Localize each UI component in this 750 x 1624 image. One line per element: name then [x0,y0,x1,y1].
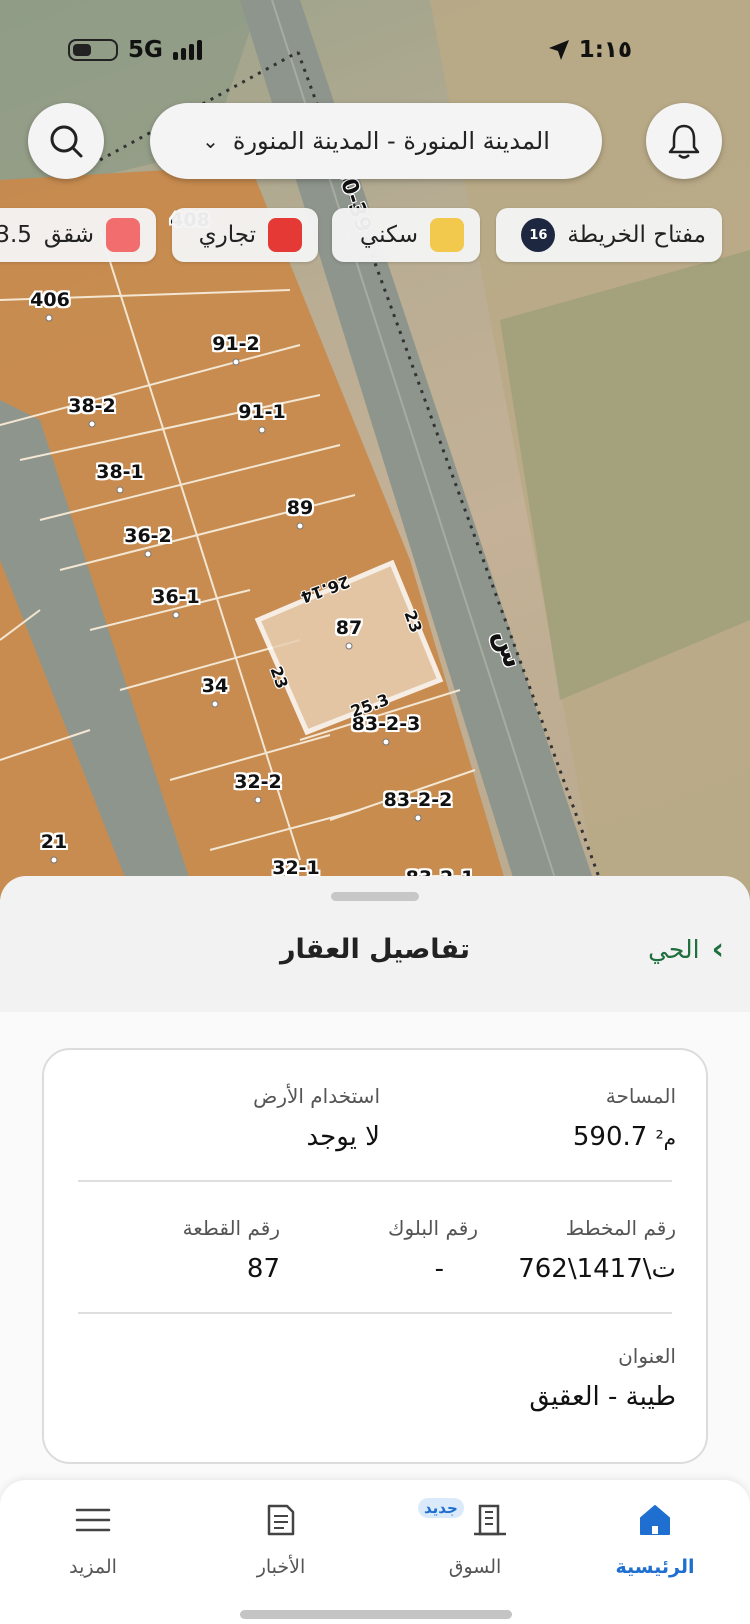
plan-label: رقم المخطط [565,1216,676,1240]
tab-news[interactable]: الأخبار [206,1492,356,1592]
map-key-label: مفتاح الخريطة [567,222,706,248]
plot-label: 32-2 [234,771,282,793]
plot-marker [144,550,152,558]
plot-marker [254,796,262,804]
plot-label: 91-1 [238,401,286,423]
sheet-title: تفاصيل العقار [279,934,471,965]
plot-label: 36-1 [152,586,200,608]
legend-label: سكني [359,222,418,248]
bell-icon [668,124,700,159]
chevron-right-icon: › [711,932,724,967]
plot-label: 38-2 [68,395,116,417]
plot-value: 87 [246,1254,280,1284]
network-label: 5G [128,37,163,63]
plan-value: 762\ت\1417 [518,1254,676,1284]
tab-market-label: السوق [448,1556,502,1578]
land-use-label: استخدام الأرض [253,1084,380,1108]
residential-swatch [430,218,464,252]
plot-marker [211,700,219,708]
address-label: العنوان [618,1344,676,1368]
city-selector-label: المدينة المنورة - المدينة المنورة [232,127,550,155]
legend-label: تجاري [198,222,256,248]
tab-market[interactable]: جديد السوق [400,1492,550,1592]
plot-label: 89 [286,497,314,519]
plot-marker [414,814,422,822]
menu-icon [75,1508,111,1532]
battery-icon [68,39,118,61]
tab-home-label: الرئيسية [615,1556,695,1578]
details-area: المساحة م² 590.7 استخدام الأرض لا يوجد ر… [0,1012,750,1502]
plot-label: 406 [30,289,70,311]
plot-label-field: رقم القطعة [182,1216,280,1240]
area-unit: م² [655,1126,676,1150]
plot-label: 21 [40,831,68,853]
new-badge: جديد [418,1498,464,1518]
sheet-grabber[interactable] [331,892,419,901]
plot-marker [116,486,124,494]
tab-bar: الرئيسية جديد السوق الأخبار المزيد [0,1480,750,1624]
search-icon [50,125,83,158]
building-icon [474,1504,506,1536]
plot-marker [382,738,390,746]
sheet-header: تفاصيل العقار › الحي [0,906,750,1012]
address-value: طيبة - العقيق [529,1382,676,1412]
tab-home[interactable]: الرئيسية [580,1492,730,1592]
apartments-swatch [106,218,140,252]
search-button[interactable] [28,103,104,179]
chevron-down-icon: ⌄ [202,129,219,153]
plot-label: 38-1 [96,461,144,483]
notifications-button[interactable] [646,103,722,179]
legend-label: شقق [43,222,94,248]
area-label: المساحة [605,1084,676,1108]
legend-item-residential[interactable]: سكني [332,208,480,262]
plot-marker [50,856,58,864]
plot-marker [296,522,304,530]
district-link-label: الحي [648,935,700,964]
plot-label: 91-2 [212,333,260,355]
clock: 1:١٥ [578,37,632,63]
home-icon [640,1505,670,1535]
plot-marker [45,314,53,322]
home-indicator [240,1610,512,1619]
legend-item-apartments[interactable]: شقق 3.5 [0,208,156,262]
divider [78,1312,672,1314]
land-use-value: لا يوجد [306,1122,380,1152]
property-details-card: المساحة م² 590.7 استخدام الأرض لا يوجد ر… [42,1048,708,1464]
plot-label: 36-2 [124,525,172,547]
signal-icon [172,40,202,60]
block-label: رقم البلوك [387,1216,478,1240]
property-sheet: تفاصيل العقار › الحي المساحة م² 590.7 اس… [0,876,750,1502]
district-link[interactable]: › الحي [648,932,724,967]
location-arrow-icon [548,40,569,60]
selected-plot-label[interactable]: 87 [336,617,362,639]
legend-item-commercial[interactable]: تجاري [172,208,318,262]
newspaper-icon [267,1504,295,1536]
area-value: م² 590.7 [573,1122,676,1152]
status-left: 5G [68,32,202,68]
city-selector[interactable]: المدينة المنورة - المدينة المنورة ⌄ [150,103,602,179]
plot-marker [258,426,266,434]
plot-label: 83-2-2 [383,789,453,811]
tab-more[interactable]: المزيد [18,1492,168,1592]
commercial-swatch [268,218,302,252]
tab-more-label: المزيد [69,1556,117,1578]
status-right: 1:١٥ [547,32,632,68]
map-key-count: 16 [521,218,556,252]
block-value: - [434,1254,444,1284]
tab-news-label: الأخبار [256,1556,306,1578]
plot-marker [232,358,240,366]
map-view[interactable]: 408 406 91-2 38-2 91-1 38-1 89 36-2 36-1… [0,0,750,900]
plot-marker [345,642,353,650]
area-number: 590.7 [572,1122,648,1152]
plot-label: 34 [201,675,229,697]
plot-marker [88,420,96,428]
divider [78,1180,672,1182]
legend-prefix: 3.5 [0,222,32,248]
plot-marker [172,611,180,619]
map-key-chip[interactable]: مفتاح الخريطة 16 [496,208,722,262]
